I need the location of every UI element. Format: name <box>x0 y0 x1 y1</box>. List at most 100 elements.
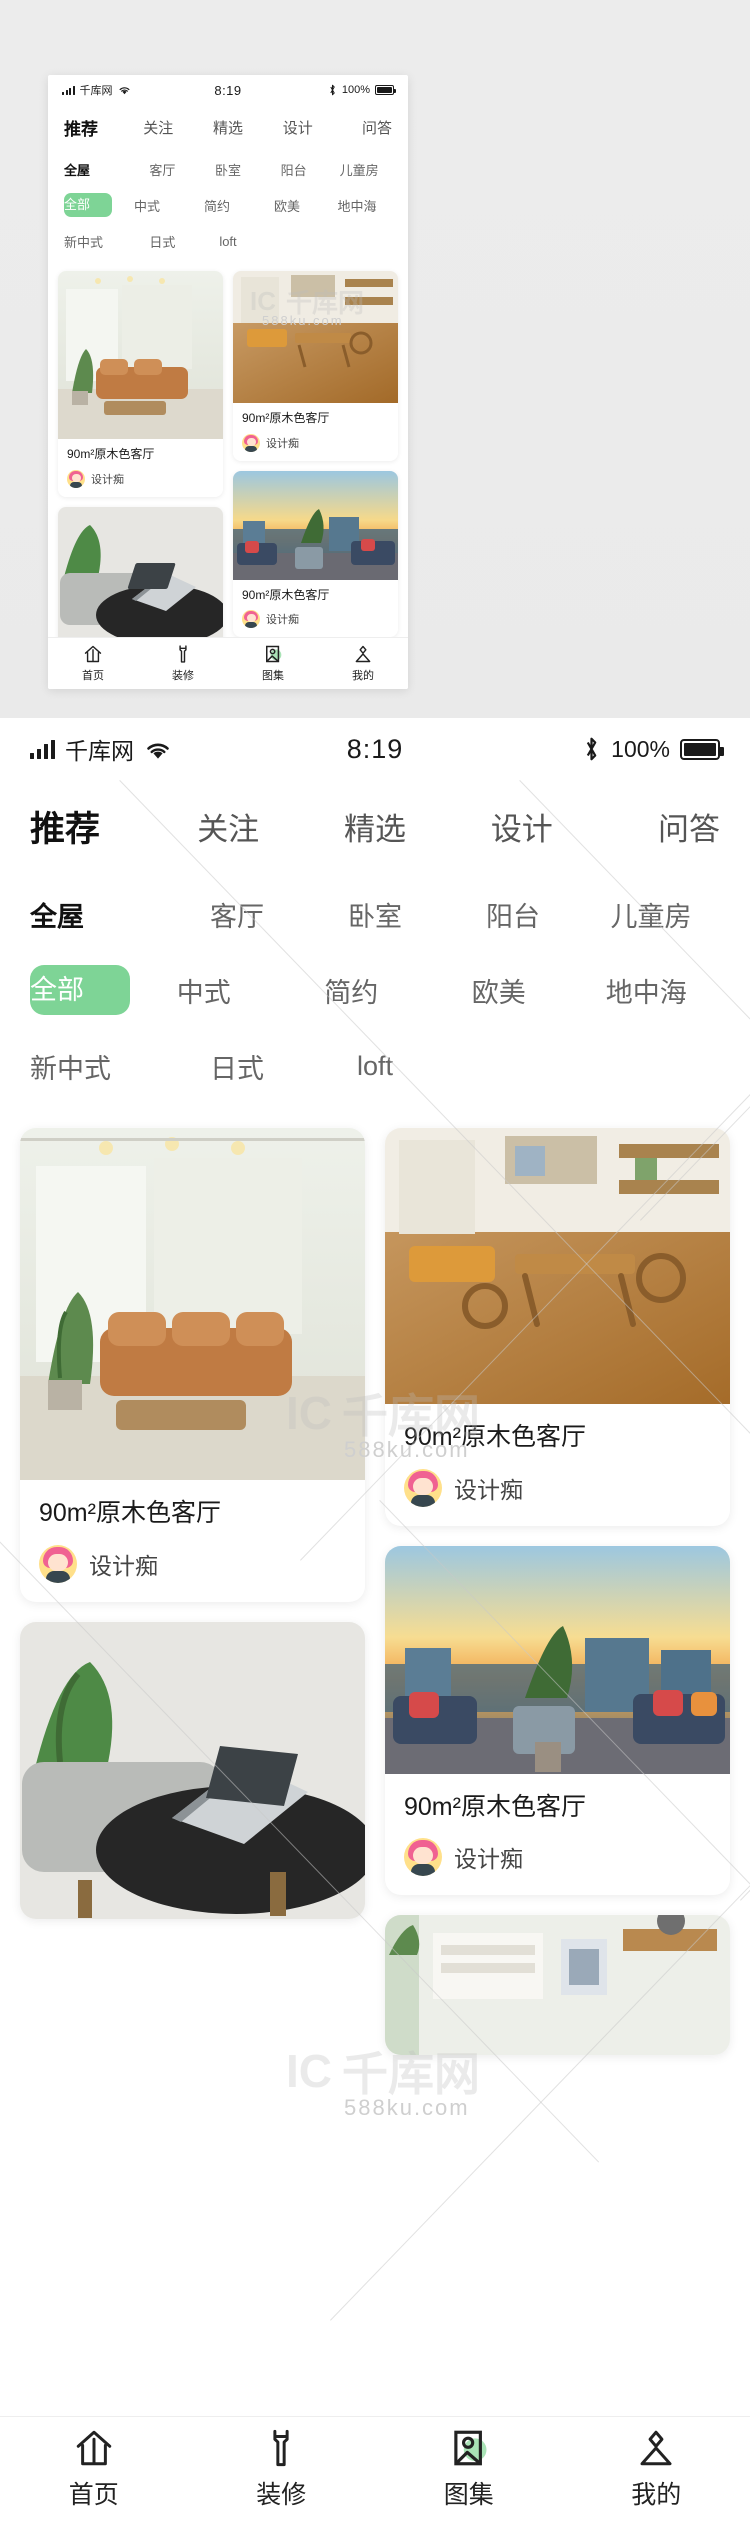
filter-chip-balcony[interactable]: 阳台 <box>261 160 327 179</box>
status-bar: 千库网 8:19 100% <box>0 718 750 780</box>
card-meta: 90m²原木色客厅 设计痴 <box>385 1774 730 1896</box>
bottom-nav-item-gallery[interactable]: 图集 <box>228 644 318 683</box>
filter-chip-minimal[interactable]: 简约 <box>182 196 252 215</box>
clock-label: 8:19 <box>346 733 404 764</box>
bottom-nav-label: 图集 <box>262 670 284 682</box>
card-author[interactable]: 设计痴 <box>404 1468 711 1507</box>
bottom-nav-label: 我的 <box>631 2481 682 2509</box>
card-author[interactable]: 设计痴 <box>404 1838 711 1876</box>
person-icon <box>635 2427 677 2469</box>
filter-chip-european[interactable]: 欧美 <box>252 196 322 215</box>
nav-tab-design[interactable]: 设计 <box>263 117 333 138</box>
filter-chip-loft[interactable]: loft <box>195 234 261 249</box>
phone-preview-large: 千库网 8:19 100% 推荐 关注 精选 设计 问答 全屋 客厅 卧室 阳台… <box>0 718 750 2521</box>
bottom-nav-item-profile[interactable]: 我的 <box>318 644 408 683</box>
nav-tab-featured[interactable]: 精选 <box>193 117 263 138</box>
nav-tab-featured[interactable]: 精选 <box>302 804 449 849</box>
nav-tabs[interactable]: 推荐 关注 精选 设计 问答 <box>48 105 408 149</box>
bottom-nav-item-profile[interactable]: 我的 <box>563 2427 750 2511</box>
filter-chip-all[interactable]: 全部 <box>64 193 112 217</box>
feed-masonry: 90m²原木色客厅 设计痴 90m²原木色客厅 设计痴 90m²原木色客厅 设计… <box>0 1116 750 2055</box>
filter-chip-japanese[interactable]: 日式 <box>130 232 196 251</box>
feed-card[interactable]: 90m²原木色客厅 设计痴 <box>233 271 398 461</box>
feed-card[interactable] <box>58 506 223 649</box>
card-author[interactable]: 设计痴 <box>39 1544 346 1583</box>
phone-preview-small: 千库网 8:19 100% 推荐 关注 精选 设计 问答 全屋 客厅 卧室 阳台… <box>48 75 408 689</box>
filter-row-style-2: 新中式 日式 loft <box>64 223 392 259</box>
nav-tab-qa[interactable]: 问答 <box>595 804 720 849</box>
bottom-nav-label: 图集 <box>443 2481 494 2509</box>
filter-chip-whole-house[interactable]: 全屋 <box>30 895 168 934</box>
filter-chip-mediterranean[interactable]: 地中海 <box>573 971 721 1010</box>
feed-card[interactable]: 90m²原木色客厅 设计痴 <box>385 1545 730 1896</box>
card-title: 90m²原木色客厅 <box>404 1423 586 1451</box>
avatar <box>67 469 85 488</box>
rooftop-terrace-sunset-photo <box>233 470 398 580</box>
nav-tab-follow[interactable]: 关注 <box>155 804 302 849</box>
card-author[interactable]: 设计痴 <box>67 469 214 488</box>
nav-tab-label: 推荐 <box>30 809 101 849</box>
nav-tab-follow[interactable]: 关注 <box>123 117 193 138</box>
nav-tab-recommend[interactable]: 推荐 <box>64 115 123 141</box>
bottom-nav-item-home[interactable]: 首页 <box>0 2427 188 2511</box>
author-name: 设计痴 <box>266 437 299 450</box>
filter-chip-kids-room[interactable]: 儿童房 <box>326 160 392 179</box>
feed-card[interactable]: 90m²原木色客厅 设计痴 <box>58 271 223 497</box>
avatar <box>404 1468 442 1507</box>
wood-floor-dining-room-photo <box>233 271 398 403</box>
filter-row-space: 全屋 客厅 卧室 阳台 儿童房 <box>64 151 392 187</box>
feed-card[interactable] <box>20 1621 365 1919</box>
filter-row-style: 全部 中式 简约 欧美 地中海 <box>30 952 720 1028</box>
filter-row-space: 全屋 客厅 卧室 阳台 儿童房 <box>30 876 720 952</box>
filter-chip-loft[interactable]: loft <box>306 1051 444 1082</box>
nav-tab-design[interactable]: 设计 <box>448 804 595 849</box>
wood-floor-dining-room-photo <box>385 1128 730 1404</box>
filter-chip-balcony[interactable]: 阳台 <box>444 895 582 934</box>
feed-card[interactable]: 90m²原木色客厅 设计痴 <box>233 470 398 638</box>
bookshelf-white-wall-photo <box>385 1915 730 2055</box>
clock-label: 8:19 <box>214 82 242 98</box>
bluetooth-icon <box>586 737 597 761</box>
filter-chip-bedroom[interactable]: 卧室 <box>195 160 261 179</box>
filter-chip-japanese[interactable]: 日式 <box>168 1047 306 1086</box>
filter-chip-european[interactable]: 欧美 <box>425 971 573 1010</box>
filter-chip-chinese[interactable]: 中式 <box>112 196 182 215</box>
nav-tabs[interactable]: 推荐 关注 精选 设计 问答 <box>0 780 750 872</box>
bottom-nav-item-home[interactable]: 首页 <box>48 644 138 683</box>
filter-section: 全屋 客厅 卧室 阳台 儿童房 全部 中式 简约 欧美 地中海 新中式 日式 l… <box>0 872 750 1116</box>
avatar <box>242 433 260 452</box>
bottom-nav-item-decorate[interactable]: 装修 <box>188 2427 376 2511</box>
filter-chip-minimal[interactable]: 简约 <box>278 971 426 1010</box>
filter-chip-new-chinese[interactable]: 新中式 <box>30 1047 168 1086</box>
card-title: 90m²原木色客厅 <box>242 411 330 425</box>
feed-card[interactable]: 90m²原木色客厅 设计痴 <box>20 1128 365 1602</box>
bottom-nav-item-decorate[interactable]: 装修 <box>138 644 228 683</box>
feed-column-left: 90m²原木色客厅 设计痴 <box>20 1128 365 2055</box>
bottom-nav-label: 装修 <box>172 670 194 682</box>
feed-card[interactable]: 90m²原木色客厅 设计痴 <box>385 1128 730 1526</box>
filter-chip-all[interactable]: 全部 <box>30 965 130 1015</box>
filter-chip-whole-house[interactable]: 全屋 <box>64 160 130 179</box>
bottom-nav-bar: 首页 装修 图集 我的 <box>0 2416 750 2521</box>
card-author[interactable]: 设计痴 <box>242 433 389 452</box>
battery-percent-label: 100% <box>341 84 370 96</box>
feed-masonry: 90m²原木色客厅 设计痴 90m²原木色客厅 设计痴 90m²原木色客厅 设计… <box>48 265 408 689</box>
filter-chip-new-chinese[interactable]: 新中式 <box>64 232 130 251</box>
bottom-nav-label: 装修 <box>256 2481 307 2509</box>
nav-tab-recommend[interactable]: 推荐 <box>30 801 155 854</box>
signal-bars-icon <box>62 85 75 95</box>
card-title: 90m²原木色客厅 <box>39 1499 221 1527</box>
bottom-nav-item-gallery[interactable]: 图集 <box>375 2427 563 2511</box>
feed-card[interactable] <box>385 1915 730 2055</box>
nav-tab-qa[interactable]: 问答 <box>333 117 392 138</box>
carrier-label: 千库网 <box>79 85 113 97</box>
filter-chip-living-room[interactable]: 客厅 <box>130 160 196 179</box>
filter-chip-chinese[interactable]: 中式 <box>130 971 278 1010</box>
card-author[interactable]: 设计痴 <box>242 610 389 629</box>
filter-row-style: 全部 中式 简约 欧美 地中海 <box>64 187 392 223</box>
card-meta: 90m²原木色客厅 设计痴 <box>20 1480 365 1602</box>
filter-chip-bedroom[interactable]: 卧室 <box>306 895 444 934</box>
filter-chip-mediterranean[interactable]: 地中海 <box>322 196 392 215</box>
filter-chip-kids-room[interactable]: 儿童房 <box>582 895 720 934</box>
filter-chip-living-room[interactable]: 客厅 <box>168 895 306 934</box>
